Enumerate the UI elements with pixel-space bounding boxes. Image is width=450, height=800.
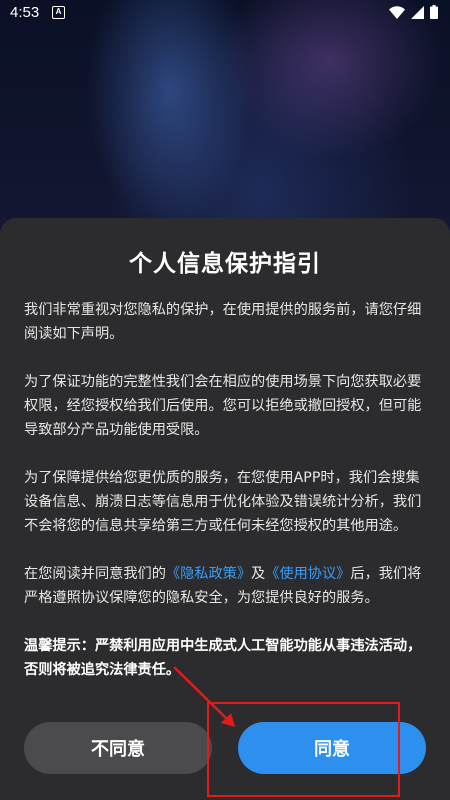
- data-collection-paragraph: 为了保障提供给您更优质的服务，在您使用APP时，我们会搜集设备信息、崩溃日志等信…: [24, 470, 422, 534]
- disagree-button[interactable]: 不同意: [24, 722, 212, 774]
- privacy-dialog: 个人信息保护指引 我们非常重视对您隐私的保护，在使用提供的服务前，请您仔细阅读如…: [0, 218, 450, 800]
- screen: 4:53 A 个人信息保护指引 我们非常重视对您隐私的保护，在使用提供的服务前，…: [0, 0, 450, 800]
- app-notification-icon: A: [52, 6, 65, 19]
- agree-button[interactable]: 同意: [238, 722, 426, 774]
- permissions-paragraph: 为了保证功能的完整性我们会在相应的使用场景下向您获取必要权限，经您授权给我们后使…: [24, 374, 422, 438]
- status-time: 4:53: [10, 4, 40, 21]
- battery-icon: [430, 5, 438, 19]
- dialog-body: 我们非常重视对您隐私的保护，在使用提供的服务前，请您仔细阅读如下声明。 为了保证…: [24, 298, 428, 706]
- agreement-prefix: 在您阅读并同意我们的: [24, 566, 166, 582]
- agreement-paragraph: 在您阅读并同意我们的《隐私政策》及《使用协议》后，我们将严格遵照协议保障您的隐私…: [24, 562, 428, 610]
- wifi-icon: [389, 5, 405, 19]
- signal-icon: [411, 5, 424, 19]
- dialog-title: 个人信息保护指引: [129, 251, 321, 277]
- status-bar: 4:53 A: [0, 0, 450, 28]
- agreement-middle: 及: [251, 566, 266, 582]
- intro-paragraph: 我们非常重视对您隐私的保护，在使用提供的服务前，请您仔细阅读如下声明。: [24, 302, 422, 342]
- terms-of-use-link[interactable]: 《使用协议》: [265, 566, 350, 582]
- warning-text: 温馨提示：严禁利用应用中生成式人工智能功能从事违法活动，否则将被追究法律责任。: [24, 638, 422, 678]
- status-icons: [389, 5, 438, 19]
- privacy-policy-link[interactable]: 《隐私政策》: [166, 566, 251, 582]
